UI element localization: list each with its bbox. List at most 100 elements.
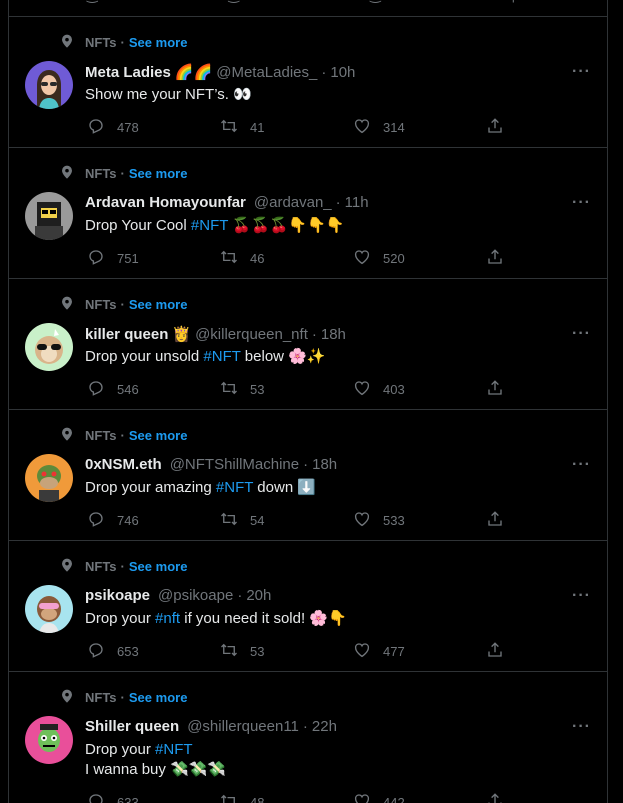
retweet-button[interactable]: 53 <box>212 379 345 400</box>
more-icon[interactable]: ··· <box>572 325 591 343</box>
more-icon[interactable]: ··· <box>572 456 591 474</box>
reply-icon[interactable]: ‿ <box>87 0 97 4</box>
retweet-icon[interactable]: ‿ <box>229 0 239 4</box>
like-button[interactable]: 477 <box>345 641 478 662</box>
hashtag-link[interactable]: #NFT <box>191 217 228 234</box>
tweet-text-segment: Drop your unsold <box>85 348 204 365</box>
retweet-icon <box>212 117 250 138</box>
avatar[interactable] <box>25 585 73 633</box>
retweet-button[interactable]: 53 <box>212 641 345 662</box>
retweet-button[interactable]: 54 <box>212 510 345 531</box>
header-separator: · <box>302 718 308 735</box>
display-name[interactable]: Ardavan Homayounfar <box>85 194 246 211</box>
tweet-text-segment: down ⬇️ <box>253 479 317 496</box>
display-name[interactable]: 0xNSM.eth <box>85 456 162 473</box>
retweet-icon <box>212 510 250 531</box>
like-button[interactable]: 314 <box>345 117 478 138</box>
like-button[interactable]: 442 <box>345 792 478 803</box>
retweet-button[interactable]: 48 <box>212 792 345 803</box>
avatar[interactable] <box>25 716 73 764</box>
share-button[interactable] <box>478 117 518 138</box>
like-button[interactable]: 403 <box>345 379 478 400</box>
avatar[interactable] <box>25 323 73 371</box>
heart-icon <box>345 510 383 531</box>
more-icon[interactable]: ··· <box>572 587 591 605</box>
like-button[interactable]: 520 <box>345 248 478 269</box>
tweet-text-segment: Drop Your Cool <box>85 217 191 234</box>
share-button[interactable] <box>478 248 518 269</box>
tweet-text: Show me your NFT’s. 👀 <box>85 85 585 105</box>
tweet-time[interactable]: 10h <box>330 64 355 81</box>
tweet-text: Drop your #nft if you need it sold! 🌸👇 <box>85 609 585 629</box>
tweet-actions: 633 48 442 <box>79 792 519 803</box>
tweet-header: 0xNSM.eth @NFTShillMachine · 18h <box>85 456 337 473</box>
tweet[interactable]: NFTs · See more psikoape @psikoape · 20h… <box>9 541 607 672</box>
avatar[interactable] <box>25 454 73 502</box>
tweet-time[interactable]: 20h <box>246 587 271 604</box>
heart-icon[interactable]: ‿ <box>370 0 380 4</box>
tweet[interactable]: NFTs · See more Shiller queen @shillerqu… <box>9 672 607 803</box>
more-icon[interactable]: ··· <box>572 63 591 81</box>
tweet[interactable]: NFTs · See more Meta Ladies 🌈🌈 @MetaLadi… <box>9 17 607 148</box>
retweet-button[interactable]: 41 <box>212 117 345 138</box>
share-icon[interactable]: | <box>512 0 515 4</box>
hashtag-link[interactable]: #NFT <box>155 741 193 758</box>
avatar[interactable] <box>25 192 73 240</box>
tweet[interactable]: NFTs · See more Ardavan Homayounfar @ard… <box>9 148 607 279</box>
reply-button[interactable]: 751 <box>79 248 212 269</box>
user-handle[interactable]: @shillerqueen11 <box>187 718 299 735</box>
topic-label[interactable]: NFTs <box>85 297 117 312</box>
share-button[interactable] <box>478 792 518 803</box>
topic-label[interactable]: NFTs <box>85 690 117 705</box>
tweet-text-segment: Drop your <box>85 610 156 627</box>
tweet-time[interactable]: 11h <box>345 194 369 211</box>
see-more-link[interactable]: See more <box>129 297 188 312</box>
topic-label[interactable]: NFTs <box>85 559 117 574</box>
display-name[interactable]: killer queen <box>85 326 168 343</box>
see-more-link[interactable]: See more <box>129 559 188 574</box>
display-name[interactable]: psikoape <box>85 587 150 604</box>
tweet[interactable]: NFTs · See more 0xNSM.eth @NFTShillMachi… <box>9 410 607 541</box>
like-button[interactable]: 533 <box>345 510 478 531</box>
user-handle[interactable]: @ardavan_ <box>254 194 332 211</box>
reply-button[interactable]: 546 <box>79 379 212 400</box>
tweet-time[interactable]: 22h <box>312 718 337 735</box>
display-name[interactable]: Meta Ladies <box>85 64 171 81</box>
reply-button[interactable]: 653 <box>79 641 212 662</box>
header-separator: · <box>321 63 327 81</box>
heart-icon <box>345 641 383 662</box>
topic-label[interactable]: NFTs <box>85 428 117 443</box>
see-more-link[interactable]: See more <box>129 690 188 705</box>
reply-button[interactable]: 478 <box>79 117 212 138</box>
more-icon[interactable]: ··· <box>572 194 591 212</box>
user-handle[interactable]: @killerqueen_nft <box>195 326 308 343</box>
retweet-button[interactable]: 46 <box>212 248 345 269</box>
user-handle[interactable]: @NFTShillMachine <box>170 456 299 473</box>
hashtag-link[interactable]: #nft <box>155 610 180 627</box>
user-handle[interactable]: @MetaLadies_ <box>216 64 317 81</box>
display-name[interactable]: Shiller queen <box>85 718 179 735</box>
share-button[interactable] <box>478 379 518 400</box>
see-more-link[interactable]: See more <box>129 35 188 50</box>
reply-icon <box>79 117 117 138</box>
more-icon[interactable]: ··· <box>572 718 591 736</box>
share-button[interactable] <box>478 641 518 662</box>
reply-button[interactable]: 633 <box>79 792 212 803</box>
tweet-time[interactable]: 18h <box>321 326 346 343</box>
topic-label[interactable]: NFTs <box>85 35 117 50</box>
tweet[interactable]: NFTs · See more killer queen 👸 @killerqu… <box>9 279 607 410</box>
hashtag-link[interactable]: #NFT <box>216 479 253 496</box>
tweet-actions: 746 54 533 <box>79 510 519 531</box>
tweet-time[interactable]: 18h <box>312 456 337 473</box>
avatar[interactable] <box>25 61 73 109</box>
reply-count: 478 <box>117 120 139 135</box>
reply-count: 653 <box>117 644 139 659</box>
hashtag-link[interactable]: #NFT <box>203 348 240 365</box>
topic-label[interactable]: NFTs <box>85 166 117 181</box>
user-handle[interactable]: @psikoape <box>158 587 233 604</box>
see-more-link[interactable]: See more <box>129 428 188 443</box>
reply-button[interactable]: 746 <box>79 510 212 531</box>
previous-tweet-actions: ‿ ‿ ‿ | <box>9 0 607 17</box>
see-more-link[interactable]: See more <box>129 166 188 181</box>
share-button[interactable] <box>478 510 518 531</box>
